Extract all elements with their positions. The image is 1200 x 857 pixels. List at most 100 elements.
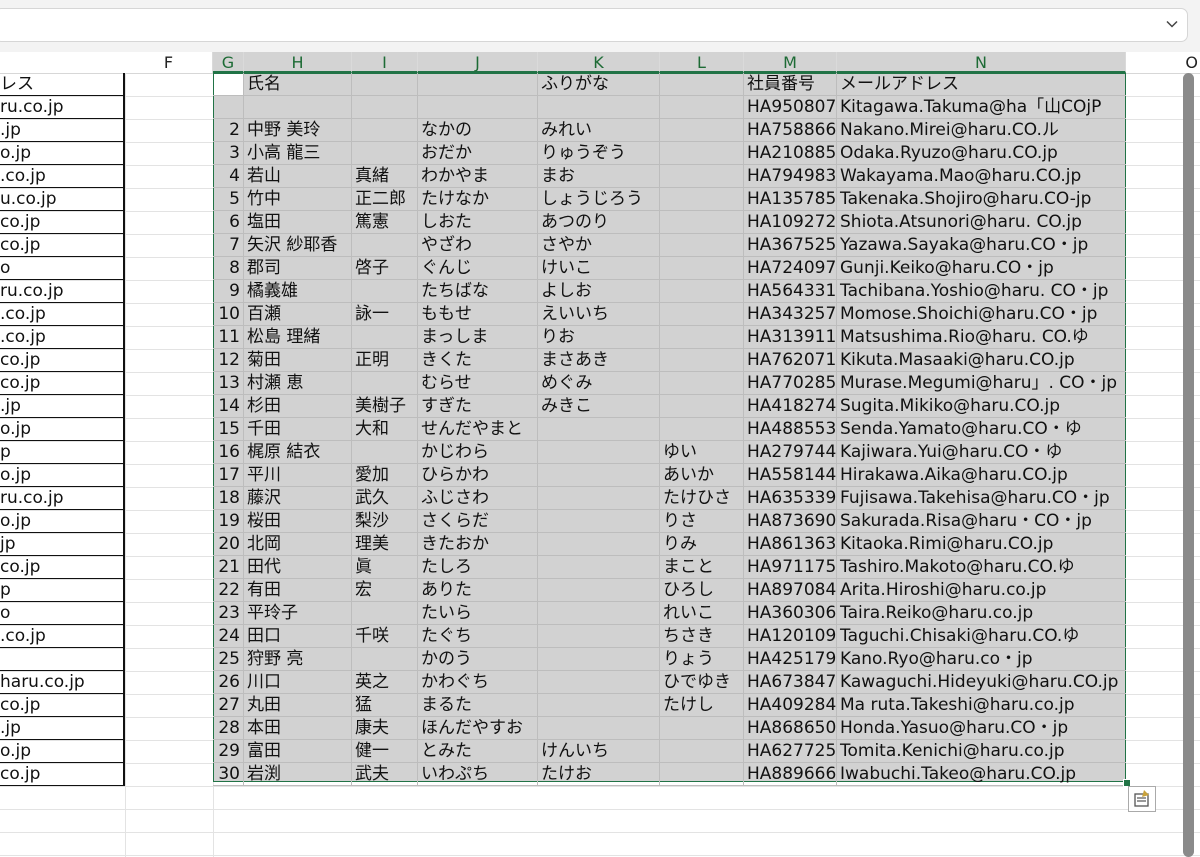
cell-k[interactable] bbox=[538, 556, 660, 579]
cell-i[interactable]: 宏 bbox=[352, 579, 418, 602]
cell-l[interactable] bbox=[660, 211, 744, 234]
cell-h[interactable]: 梶原 結衣 bbox=[244, 441, 352, 464]
cell-l[interactable]: ひろし bbox=[660, 579, 744, 602]
cell-j[interactable]: かのう bbox=[418, 648, 538, 671]
cell-l[interactable] bbox=[660, 717, 744, 740]
cell-k[interactable] bbox=[538, 96, 660, 119]
cell-i[interactable]: 詠一 bbox=[352, 303, 418, 326]
cell-j[interactable]: わかやま bbox=[418, 165, 538, 188]
cell-n[interactable]: Tachibana.Yoshio@haru. CO・jp bbox=[837, 280, 1126, 303]
cell-g[interactable]: 20 bbox=[213, 533, 244, 556]
cell-n[interactable]: Honda.Yasuo@haru.CO・jp bbox=[837, 717, 1126, 740]
cell-k[interactable]: えいいち bbox=[538, 303, 660, 326]
chevron-down-icon[interactable] bbox=[1165, 17, 1179, 31]
cell-g[interactable]: 12 bbox=[213, 349, 244, 372]
cell-g[interactable]: 24 bbox=[213, 625, 244, 648]
cell-m[interactable]: HA313911 bbox=[744, 326, 837, 349]
cell-g[interactable]: 27 bbox=[213, 694, 244, 717]
cell-n[interactable]: Momose.Shoichi@haru.CO・jp bbox=[837, 303, 1126, 326]
cell-h[interactable]: 藤沢 bbox=[244, 487, 352, 510]
cell-g[interactable]: 3 bbox=[213, 142, 244, 165]
cell-h[interactable]: 小高 龍三 bbox=[244, 142, 352, 165]
column-header-k[interactable]: K bbox=[538, 52, 660, 73]
cell-n[interactable]: Gunji.Keiko@haru.CO・jp bbox=[837, 257, 1126, 280]
cell-l[interactable] bbox=[660, 326, 744, 349]
cell-h[interactable]: 杉田 bbox=[244, 395, 352, 418]
cell-i[interactable] bbox=[352, 119, 418, 142]
cell-j[interactable]: いわぷち bbox=[418, 763, 538, 786]
cell-k[interactable]: りゅうぞう bbox=[538, 142, 660, 165]
left-table-cell[interactable]: o bbox=[0, 602, 125, 625]
cell-l[interactable]: りさ bbox=[660, 510, 744, 533]
cell-n[interactable]: Iwabuchi.Takeo@haru.CO.jp bbox=[837, 763, 1126, 786]
cell-g[interactable]: 16 bbox=[213, 441, 244, 464]
cell-h[interactable]: 菊田 bbox=[244, 349, 352, 372]
cell-g[interactable]: 29 bbox=[213, 740, 244, 763]
cell-l[interactable] bbox=[660, 73, 744, 96]
cell-g[interactable]: 17 bbox=[213, 464, 244, 487]
cell-m[interactable]: HA762071 bbox=[744, 349, 837, 372]
cell-m[interactable]: HA109272 bbox=[744, 211, 837, 234]
cell-h[interactable]: 本田 bbox=[244, 717, 352, 740]
cell-m[interactable]: HA724097 bbox=[744, 257, 837, 280]
cell-g[interactable]: 19 bbox=[213, 510, 244, 533]
cell-h[interactable]: 百瀬 bbox=[244, 303, 352, 326]
cell-g[interactable]: 26 bbox=[213, 671, 244, 694]
column-header-f[interactable]: F bbox=[125, 52, 213, 73]
left-table-cell[interactable]: .co.jp bbox=[0, 326, 125, 349]
cell-m[interactable]: HA409284 bbox=[744, 694, 837, 717]
cell-g[interactable]: 11 bbox=[213, 326, 244, 349]
cell-g[interactable]: 15 bbox=[213, 418, 244, 441]
cell-i[interactable]: 英之 bbox=[352, 671, 418, 694]
cell-n[interactable]: Kitagawa.Takuma@ha「山COjP bbox=[837, 96, 1126, 119]
cell-n[interactable]: Odaka.Ryuzo@haru.CO.jp bbox=[837, 142, 1126, 165]
cell-i[interactable]: 正二郎 bbox=[352, 188, 418, 211]
cell-g[interactable]: 22 bbox=[213, 579, 244, 602]
cell-m[interactable]: HA425179 bbox=[744, 648, 837, 671]
cell-k[interactable]: めぐみ bbox=[538, 372, 660, 395]
cell-g[interactable]: 5 bbox=[213, 188, 244, 211]
cell-n[interactable]: Arita.Hiroshi@haru.co.jp bbox=[837, 579, 1126, 602]
cell-l[interactable] bbox=[660, 188, 744, 211]
cell-n[interactable]: Sugita.Mikiko@haru.CO.jp bbox=[837, 395, 1126, 418]
cell-i[interactable] bbox=[352, 234, 418, 257]
cell-l[interactable]: ひでゆき bbox=[660, 671, 744, 694]
cell-l[interactable]: まこと bbox=[660, 556, 744, 579]
cell-i[interactable]: 愛加 bbox=[352, 464, 418, 487]
cell-j[interactable]: たぐち bbox=[418, 625, 538, 648]
left-table-header[interactable]: レス bbox=[0, 73, 125, 96]
cell-n[interactable]: Murase.Megumi@haru」. CO・jp bbox=[837, 372, 1126, 395]
cell-m[interactable]: HA635339 bbox=[744, 487, 837, 510]
left-table-cell[interactable]: co.jp bbox=[0, 349, 125, 372]
cell-k[interactable]: みれい bbox=[538, 119, 660, 142]
cell-n[interactable]: Kajiwara.Yui@haru.CO・ゆ bbox=[837, 441, 1126, 464]
cell-h[interactable]: 若山 bbox=[244, 165, 352, 188]
cell-g[interactable]: 18 bbox=[213, 487, 244, 510]
left-table-cell[interactable]: o.jp bbox=[0, 418, 125, 441]
cell-g[interactable]: 10 bbox=[213, 303, 244, 326]
cell-j[interactable]: おだか bbox=[418, 142, 538, 165]
cell-l[interactable] bbox=[660, 119, 744, 142]
cell-h[interactable]: 松島 理緒 bbox=[244, 326, 352, 349]
cell-n[interactable]: Tomita.Kenichi@haru.co.jp bbox=[837, 740, 1126, 763]
left-table-cell[interactable]: .jp bbox=[0, 395, 125, 418]
cell-g[interactable]: 25 bbox=[213, 648, 244, 671]
cell-h[interactable]: 富田 bbox=[244, 740, 352, 763]
cell-l[interactable]: たけし bbox=[660, 694, 744, 717]
cell-j[interactable]: なかの bbox=[418, 119, 538, 142]
cell-h[interactable]: 郡司 bbox=[244, 257, 352, 280]
cell-k[interactable] bbox=[538, 487, 660, 510]
left-table-cell[interactable]: ru.co.jp bbox=[0, 96, 125, 119]
cell-i[interactable]: 千咲 bbox=[352, 625, 418, 648]
cell-k[interactable] bbox=[538, 625, 660, 648]
cell-m[interactable]: HA558144 bbox=[744, 464, 837, 487]
cell-i[interactable] bbox=[352, 648, 418, 671]
cell-h[interactable]: 千田 bbox=[244, 418, 352, 441]
cell-h[interactable]: 岩渕 bbox=[244, 763, 352, 786]
cell-j[interactable]: きくた bbox=[418, 349, 538, 372]
cell-n[interactable]: Matsushima.Rio@haru. CO.ゆ bbox=[837, 326, 1126, 349]
cell-i[interactable]: 篤憲 bbox=[352, 211, 418, 234]
cell-h[interactable]: 矢沢 紗耶香 bbox=[244, 234, 352, 257]
cell-i[interactable] bbox=[352, 372, 418, 395]
cell-h[interactable]: 丸田 bbox=[244, 694, 352, 717]
